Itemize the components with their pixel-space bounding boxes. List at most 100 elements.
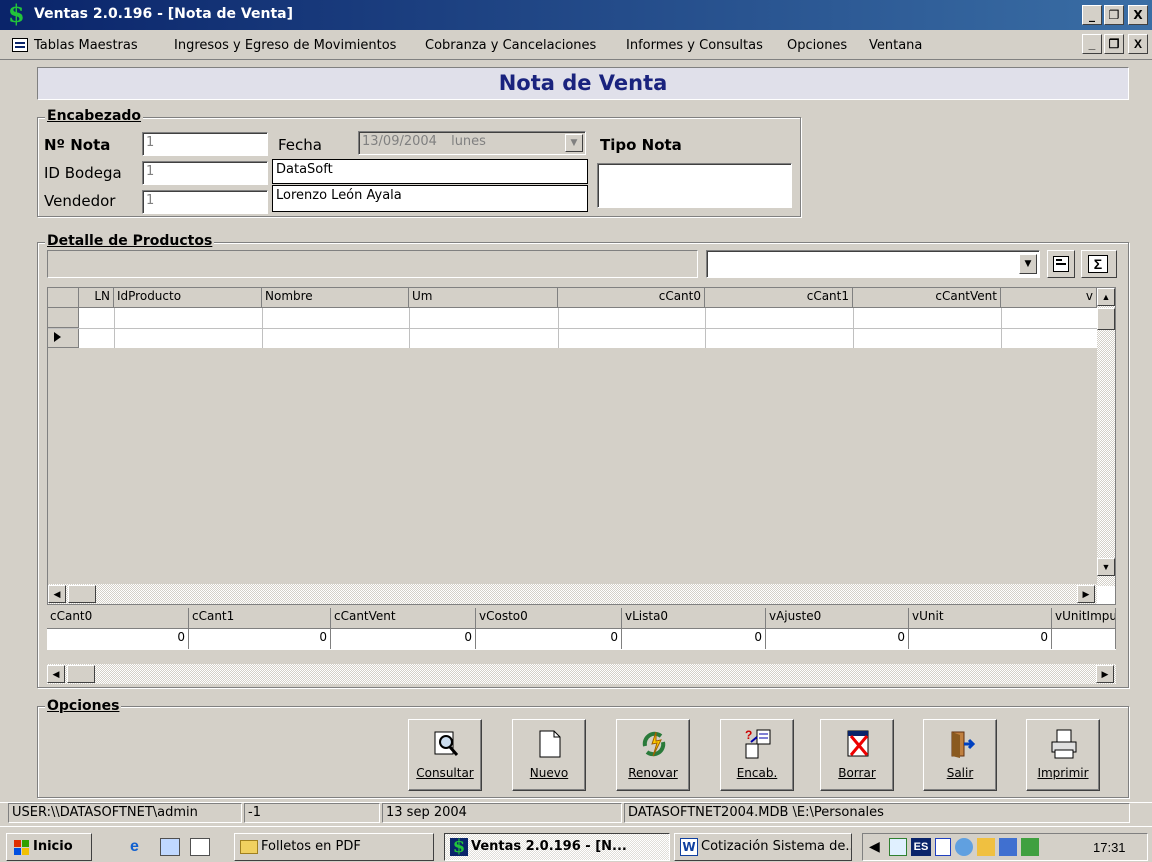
bodega-input[interactable]: 1 xyxy=(142,161,268,185)
fecha-input[interactable]: 13/09/2004 lunes ▼ xyxy=(358,131,586,155)
tipo-nota-label: Tipo Nota xyxy=(600,136,682,154)
renovar-button[interactable]: Renovar xyxy=(616,719,690,791)
close-button[interactable]: X xyxy=(1128,5,1148,25)
taskbar-folletos[interactable]: Folletos en PDF xyxy=(234,833,434,861)
encab-button[interactable]: ? Encab. xyxy=(720,719,794,791)
connection-icon[interactable] xyxy=(999,838,1017,856)
grid-empty-area xyxy=(48,348,1097,584)
total-header-vlista0: vLista0 xyxy=(622,608,766,628)
nuevo-button[interactable]: Nuevo xyxy=(512,719,586,791)
printer-icon xyxy=(1051,729,1077,759)
nota-input[interactable]: 1 xyxy=(142,132,268,156)
grid-col-line xyxy=(114,308,115,348)
desktop-icon[interactable] xyxy=(160,838,180,856)
consultar-button[interactable]: Consultar xyxy=(408,719,482,791)
child-maximize-button[interactable]: ❐ xyxy=(1104,34,1124,54)
total-value-vunitimpu xyxy=(1052,629,1116,649)
excel-icon[interactable] xyxy=(889,838,907,856)
sum-button[interactable]: Σ xyxy=(1081,250,1117,278)
vendedor-name-field: Lorenzo León Ayala xyxy=(272,185,588,212)
fecha-dropdown-icon[interactable]: ▼ xyxy=(565,134,583,152)
totals-hscroll-thumb[interactable] xyxy=(67,665,95,683)
menu-cobranza[interactable]: Cobranza y Cancelaciones xyxy=(425,38,596,53)
menu-informes[interactable]: Informes y Consultas xyxy=(626,38,763,53)
borrar-button[interactable]: Borrar xyxy=(820,719,894,791)
borrar-label: Borrar xyxy=(838,766,876,780)
col-ccant0[interactable]: cCant0 xyxy=(558,288,705,308)
imprimir-button[interactable]: Imprimir xyxy=(1026,719,1100,791)
menu-opciones[interactable]: Opciones xyxy=(787,38,847,53)
grid-col-line xyxy=(558,308,559,348)
taskbar-ventas[interactable]: $ Ventas 2.0.196 - [N... xyxy=(444,833,670,861)
menu-ingresos-egreso[interactable]: Ingresos y Egreso de Movimientos xyxy=(174,38,396,53)
scroll-up-icon[interactable]: ▲ xyxy=(1097,288,1115,306)
start-button[interactable]: Inicio xyxy=(6,833,92,861)
col-v[interactable]: v xyxy=(1001,288,1097,308)
col-ccantvent[interactable]: cCantVent xyxy=(853,288,1001,308)
grid-col-line xyxy=(262,308,263,348)
child-minimize-button[interactable]: _ xyxy=(1082,34,1102,54)
grid-horizontal-scrollbar[interactable]: ◀ ▶ xyxy=(48,584,1097,604)
salir-button[interactable]: Salir xyxy=(923,719,997,791)
total-value-vlista0: 0 xyxy=(622,629,766,649)
vendedor-label: Vendedor xyxy=(44,192,116,210)
vendedor-input[interactable]: 1 xyxy=(142,190,268,214)
magnifier-icon xyxy=(434,731,459,756)
fecha-day: lunes xyxy=(451,134,486,149)
network-icon[interactable] xyxy=(955,838,973,856)
tipo-nota-select[interactable] xyxy=(597,163,792,208)
shield-icon[interactable] xyxy=(935,838,951,856)
total-header-ccant1: cCant1 xyxy=(189,608,331,628)
totals-grid: cCant0 cCant1 cCantVent vCosto0 vLista0 … xyxy=(47,608,1116,652)
nota-label: Nº Nota xyxy=(44,136,111,154)
status-date: 13 sep 2004 xyxy=(382,803,622,823)
renovar-label: Renovar xyxy=(628,766,678,780)
col-um[interactable]: Um xyxy=(409,288,558,308)
product-search-bar[interactable] xyxy=(47,250,698,278)
child-close-button[interactable]: X xyxy=(1128,34,1148,54)
tool-icon[interactable] xyxy=(1021,838,1039,856)
col-ccant1[interactable]: cCant1 xyxy=(705,288,853,308)
scroll-down-icon[interactable]: ▼ xyxy=(1097,558,1115,576)
totals-horizontal-scrollbar[interactable]: ◀ ▶ xyxy=(47,664,1116,684)
filter-dropdown-icon[interactable]: ▼ xyxy=(1019,254,1037,274)
filter-select[interactable]: ▼ xyxy=(706,250,1040,278)
products-grid[interactable]: LN IdProducto Nombre Um cCant0 cCant1 cC… xyxy=(47,287,1116,605)
volume-icon[interactable]: ◀ xyxy=(869,838,880,855)
taskbar-cotizacion[interactable]: W Cotización Sistema de... xyxy=(674,833,852,861)
col-ln[interactable]: LN xyxy=(79,288,114,308)
encab-label: Encab. xyxy=(736,766,778,780)
imprimir-label: Imprimir xyxy=(1037,766,1089,780)
total-value-vajuste0: 0 xyxy=(766,629,909,649)
updates-icon[interactable] xyxy=(977,838,995,856)
scroll-right-icon[interactable]: ▶ xyxy=(1077,585,1095,603)
opciones-label: Opciones xyxy=(45,698,122,714)
consultar-label: Consultar xyxy=(416,766,474,780)
language-indicator[interactable]: ES xyxy=(911,838,931,856)
hscroll-thumb[interactable] xyxy=(68,585,96,603)
menu-bar: Tablas Maestras Ingresos y Egreso de Mov… xyxy=(0,30,1152,60)
menu-tablas-maestras[interactable]: Tablas Maestras xyxy=(34,38,138,53)
maximize-button[interactable]: ❐ xyxy=(1104,5,1124,25)
scroll-thumb[interactable] xyxy=(1097,308,1115,330)
delete-icon xyxy=(847,730,869,757)
total-value-ccant1: 0 xyxy=(189,629,331,649)
bodega-name-field: DataSoft xyxy=(272,159,588,184)
minimize-button[interactable]: _ xyxy=(1082,5,1102,25)
grid-vertical-scrollbar[interactable]: ▲ ▼ xyxy=(1097,288,1115,586)
scroll-left-icon[interactable]: ◀ xyxy=(48,585,66,603)
grid-row-line xyxy=(48,328,1097,329)
col-idproducto[interactable]: IdProducto xyxy=(114,288,262,308)
notes-icon[interactable] xyxy=(190,838,210,856)
bodega-label: ID Bodega xyxy=(44,164,122,182)
ventas-app-icon: $ xyxy=(450,838,468,856)
properties-button[interactable] xyxy=(1047,250,1075,278)
col-nombre[interactable]: Nombre xyxy=(262,288,409,308)
totals-scroll-left-icon[interactable]: ◀ xyxy=(47,665,65,683)
menu-ventana[interactable]: Ventana xyxy=(869,38,922,53)
current-row-arrow-icon xyxy=(54,332,61,342)
sigma-icon: Σ xyxy=(1088,255,1108,273)
totals-scroll-right-icon[interactable]: ▶ xyxy=(1096,665,1114,683)
window-title-bar[interactable]: $ Ventas 2.0.196 - [Nota de Venta] _ ❐ X xyxy=(0,0,1152,30)
ie-icon[interactable]: e xyxy=(130,838,150,856)
